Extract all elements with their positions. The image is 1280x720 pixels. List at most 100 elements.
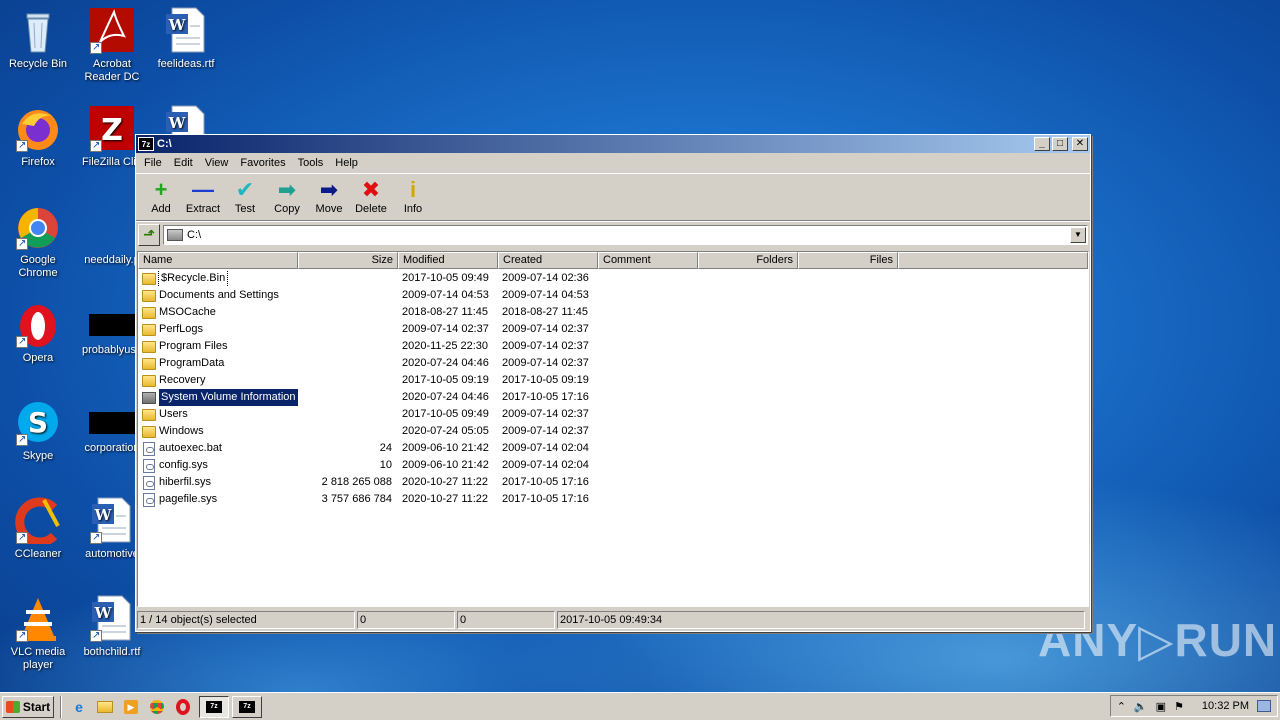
menu-favorites[interactable]: Favorites [234,157,291,169]
toolbar-label: Info [403,203,423,215]
folder-icon [142,306,156,319]
menu-tools[interactable]: Tools [292,157,330,169]
close-button[interactable]: ✕ [1072,137,1088,151]
add-button[interactable]: + Add [140,174,182,216]
table-row[interactable]: Recovery 2017-10-05 09:19 2017-10-05 09:19 [138,372,1088,389]
drive-icon [167,228,183,241]
cell-created: 2009-07-14 04:53 [502,289,589,301]
title-bar[interactable]: 7z C:\ _ □ ✕ [136,135,1090,153]
test-button[interactable]: ✔ Test [224,174,266,216]
table-row[interactable]: PerfLogs 2009-07-14 02:37 2009-07-14 02:37 [138,321,1088,338]
file-name: ProgramData [159,357,225,369]
cell-name: Users [138,406,298,423]
delete-icon: ✖ [361,177,381,202]
explorer-folder-icon[interactable] [92,696,118,718]
ie-icon[interactable]: e [66,696,92,718]
menu-file[interactable]: File [138,157,168,169]
extract-button[interactable]: — Extract [182,174,224,216]
desktop-icon-label: bothchild.rtf [83,646,141,658]
column-header-comment[interactable]: Comment [598,252,698,269]
table-row[interactable]: config.sys 10 2009-06-10 21:42 2009-07-14 0… [138,457,1088,474]
column-header-files[interactable]: Files [798,252,898,269]
cell-name: config.sys [138,457,298,474]
desktop-icon-acrobat[interactable]: Acrobat Reader DC [74,6,150,84]
cell-size: 24 [379,442,392,454]
opera-taskbar-icon[interactable] [170,696,196,718]
desktop-icon-vlc[interactable]: VLC media player [0,594,76,672]
cell-modified: 2009-06-10 21:42 [402,442,489,454]
network-icon[interactable]: ▣ [1156,700,1166,713]
svg-text:S: S [28,406,48,439]
up-folder-button[interactable]: ⬏ [138,223,160,246]
table-row[interactable]: Users 2017-10-05 09:49 2009-07-14 02:37 [138,406,1088,423]
desktop-icon-chrome[interactable]: Google Chrome [0,202,76,280]
column-header-name[interactable]: Name [138,252,298,269]
cell-modified: 2017-10-05 09:49 [402,408,489,420]
table-row[interactable]: ProgramData 2020-07-24 04:46 2009-07-14 02… [138,355,1088,372]
menu-view[interactable]: View [199,157,235,169]
svg-text:W: W [94,506,113,524]
start-button[interactable]: Start [2,695,54,718]
media-player-icon[interactable]: ▶ [118,696,144,718]
taskbar-7zip-active[interactable]: 7z [199,695,229,718]
desktop-icon-label: Recycle Bin [8,58,68,70]
info-button[interactable]: i Info [392,174,434,216]
7zip-taskbar-icon: 7z [239,700,255,713]
column-header-filler [898,252,1088,269]
cell-created: 2018-08-27 11:45 [502,306,589,318]
table-row[interactable]: autoexec.bat 24 2009-06-10 21:42 2009-07-14… [138,440,1088,457]
svg-text:W: W [94,604,113,622]
menu-edit[interactable]: Edit [168,157,199,169]
taskbar-7zip[interactable]: 7z [232,695,262,718]
cell-created: 2009-07-14 02:36 [502,272,589,284]
copy-button[interactable]: ➡ Copy [266,174,308,216]
desktop-icon-feelideas[interactable]: W feelideas.rtf [148,6,224,71]
show-desktop-icon[interactable] [1257,700,1271,712]
status-selection: 1 / 14 object(s) selected [137,611,355,629]
chevron-down-icon[interactable]: ▼ [1070,226,1086,243]
test-icon: ✔ [235,177,255,202]
menu-help[interactable]: Help [329,157,364,169]
table-row[interactable]: MSOCache 2018-08-27 11:45 2018-08-27 11:45 [138,304,1088,321]
flag-icon[interactable]: ⚑ [1174,700,1184,713]
chrome-taskbar-icon[interactable] [144,696,170,718]
table-row[interactable]: System Volume Information 2020-07-24 04:4… [138,389,1088,406]
svg-text:Z: Z [101,113,123,148]
cell-created: 2017-10-05 17:16 [502,493,589,505]
status-packed-size: 0 [457,611,555,629]
column-header-folders[interactable]: Folders [698,252,798,269]
minimize-button[interactable]: _ [1034,137,1050,151]
table-row[interactable]: Documents and Settings 2009-07-14 04:53 20… [138,287,1088,304]
7zip-app-icon: 7z [138,137,154,151]
desktop-icon-skype[interactable]: S Skype [0,398,76,463]
file-list[interactable]: Name Size Modified Created Comment Folde… [137,251,1089,607]
column-header-size[interactable]: Size [298,252,398,269]
table-row[interactable]: Program Files 2020-11-25 22:30 2009-07-14 … [138,338,1088,355]
maximize-button[interactable]: □ [1052,137,1068,151]
window-title: C:\ [157,138,172,150]
cell-name: Documents and Settings [138,287,298,304]
desktop-icon-ccleaner[interactable]: CCleaner [0,496,76,561]
table-row[interactable]: pagefile.sys 3 757 686 784 2020-10-27 11:2… [138,491,1088,508]
cell-modified: 2020-07-24 05:05 [402,425,489,437]
desktop-icon-firefox[interactable]: Firefox [0,104,76,169]
file-icon [143,492,155,507]
cell-created: 2017-10-05 09:19 [502,374,589,386]
move-button[interactable]: ➡ Move [308,174,350,216]
desktop-icon-recycle-bin[interactable]: Recycle Bin [0,6,76,71]
desktop-icon-label: feelideas.rtf [157,58,215,70]
delete-button[interactable]: ✖ Delete [350,174,392,216]
address-combobox[interactable]: C:\ ▼ [163,224,1088,245]
table-row[interactable]: Windows 2020-07-24 05:05 2009-07-14 02:37 [138,423,1088,440]
desktop-icon-opera[interactable]: Opera [0,300,76,365]
file-name: Program Files [159,340,228,352]
volume-icon[interactable]: 🔈 [1134,700,1148,713]
column-header-modified[interactable]: Modified [398,252,498,269]
file-name: config.sys [159,459,208,471]
table-row[interactable]: $Recycle.Bin 2017-10-05 09:49 2009-07-14 0… [138,270,1088,287]
file-name: autoexec.bat [159,442,222,454]
column-header-created[interactable]: Created [498,252,598,269]
clock[interactable]: 10:32 PM [1202,700,1249,712]
tray-expand-icon[interactable]: ⌃ [1117,700,1126,713]
table-row[interactable]: hiberfil.sys 2 818 265 088 2020-10-27 11:2… [138,474,1088,491]
